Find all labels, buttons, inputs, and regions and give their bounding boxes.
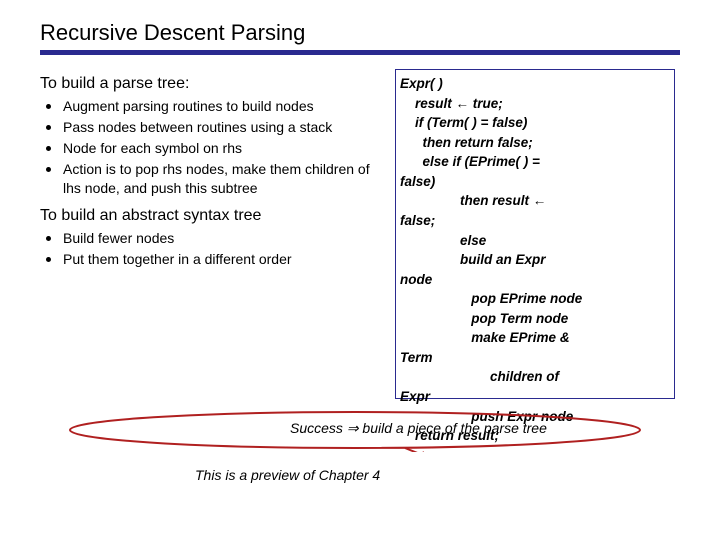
list-item: Build fewer nodes [46,229,385,248]
content-area: To build a parse tree: Augment parsing r… [40,69,680,399]
code-line: false; [400,213,435,228]
code-line: pop Term node [400,311,568,326]
code-line: then result ← [400,193,546,208]
left-column: To build a parse tree: Augment parsing r… [40,69,385,399]
list-item: Put them together in a different order [46,250,385,269]
subhead-parse-tree: To build a parse tree: [40,75,385,93]
bullets-parse-tree: Augment parsing routines to build nodes … [40,97,385,197]
bullet-dot [46,236,51,241]
subhead-ast: To build an abstract syntax tree [40,207,385,225]
bullet-text: Node for each symbol on rhs [63,139,385,158]
bullet-dot [46,146,51,151]
list-item: Action is to pop rhs nodes, make them ch… [46,160,385,198]
list-item: Pass nodes between routines using a stac… [46,118,385,137]
code-line: false) [400,174,435,189]
bullet-text: Augment parsing routines to build nodes [63,97,385,116]
code-line: result ← true; [400,96,503,111]
code-line: make EPrime & [400,330,570,345]
bullet-text: Pass nodes between routines using a stac… [63,118,385,137]
list-item: Node for each symbol on rhs [46,139,385,158]
code-line: node [400,272,432,287]
code-line: if (Term( ) = false) [400,115,527,130]
code-line: build an Expr [400,252,546,267]
annotation-prefix: Success ⇒ [290,420,362,436]
code-line: then return false; [400,135,533,150]
bullet-text: Build fewer nodes [63,229,385,248]
slide-title: Recursive Descent Parsing [40,20,680,46]
bullet-text: Put them together in a different order [63,250,385,269]
bullet-text: Action is to pop rhs nodes, make them ch… [63,160,385,198]
code-line: children of [400,369,559,384]
code-line: Term [400,350,433,365]
code-box: Expr( ) result ← true; if (Term( ) = fal… [395,69,675,399]
code-line: else if (EPrime( ) = [400,154,540,169]
code-line: pop EPrime node [400,291,582,306]
annotation-preview: This is a preview of Chapter 4 [195,467,380,483]
bullet-dot [46,257,51,262]
bullet-dot [46,167,51,172]
annotation-body: build a piece of the parse tree [362,420,546,436]
code-line: else [400,233,486,248]
code-line: Expr [400,389,430,404]
annotation-success: Success ⇒ build a piece of the parse tre… [290,420,547,437]
code-line: Expr( ) [400,76,443,91]
bullet-dot [46,125,51,130]
bullets-ast: Build fewer nodes Put them together in a… [40,229,385,269]
bullet-dot [46,104,51,109]
list-item: Augment parsing routines to build nodes [46,97,385,116]
right-column: Expr( ) result ← true; if (Term( ) = fal… [395,69,675,399]
title-underline [40,50,680,55]
